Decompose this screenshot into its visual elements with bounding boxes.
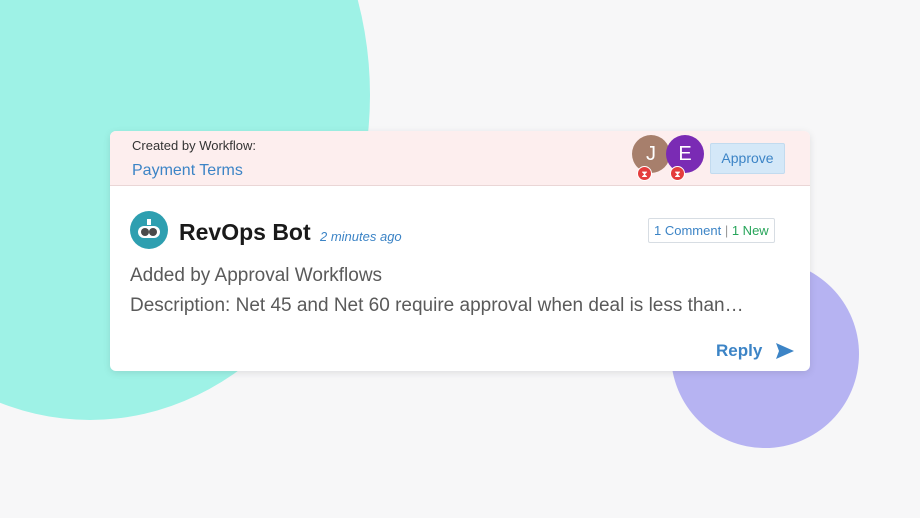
comment-count-badge[interactable]: 1 Comment | 1 New [648, 218, 775, 243]
approver-initial: E [678, 142, 692, 165]
hourglass-icon: ⧗ [670, 166, 685, 181]
approve-button[interactable]: Approve [710, 143, 785, 174]
workflow-link[interactable]: Payment Terms [132, 162, 243, 180]
comment-count: 1 Comment [654, 223, 722, 238]
new-count: 1 New [731, 223, 769, 238]
approver-avatar[interactable]: J [632, 135, 670, 173]
post-timestamp: 2 minutes ago [320, 229, 402, 244]
card-header: Created by Workflow: Payment Terms J E ⧗… [110, 131, 810, 186]
robot-icon [130, 211, 168, 249]
send-icon[interactable] [775, 342, 795, 360]
approver-initial: J [646, 142, 656, 165]
canvas: Created by Workflow: Payment Terms J E ⧗… [0, 0, 920, 518]
created-by-label: Created by Workflow: [132, 138, 257, 153]
post-line-source: Added by Approval Workflows [130, 265, 383, 286]
post-line-description: Description: Net 45 and Net 60 require a… [130, 295, 744, 316]
approval-card: Created by Workflow: Payment Terms J E ⧗… [110, 131, 810, 371]
separator: | [724, 223, 729, 238]
author-name: RevOps Bot [179, 219, 311, 245]
hourglass-icon: ⧗ [637, 166, 652, 181]
reply-button[interactable]: Reply [716, 341, 762, 361]
